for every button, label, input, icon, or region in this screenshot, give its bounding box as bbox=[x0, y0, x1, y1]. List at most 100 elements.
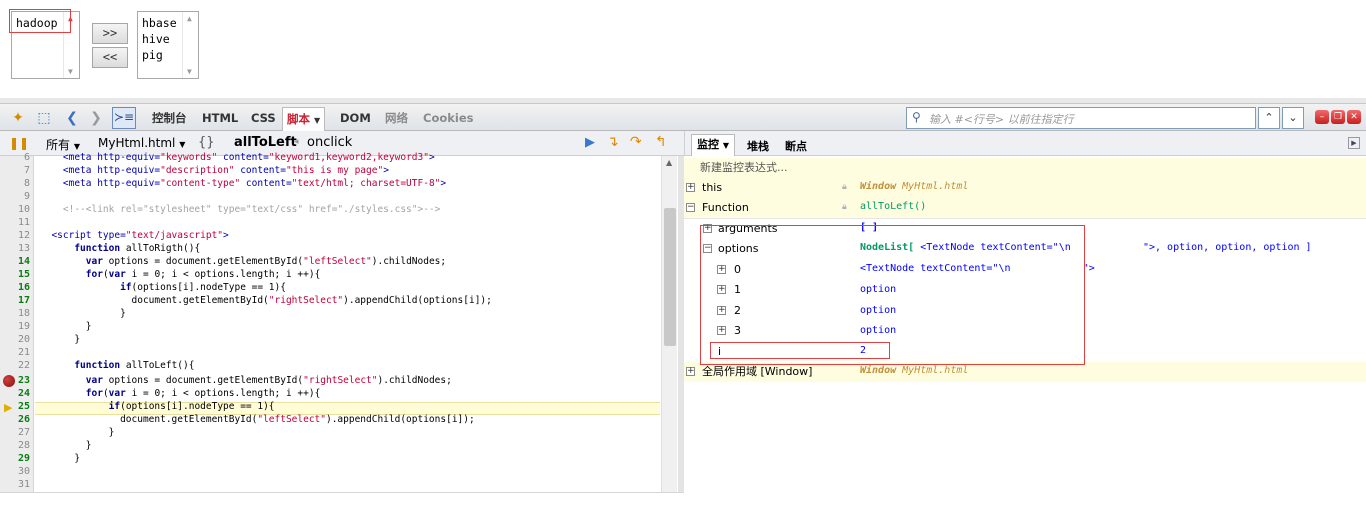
right-select-scrollbar[interactable]: ▲ ▼ bbox=[182, 12, 198, 78]
lock-icon: 🔒︎ bbox=[842, 202, 847, 212]
pretty-print-button[interactable]: {} bbox=[198, 135, 215, 150]
watch-row-function[interactable]: − Function bbox=[684, 198, 1366, 218]
panel-menu-icon[interactable]: ▶ bbox=[1348, 137, 1360, 149]
code-line: } bbox=[40, 453, 81, 464]
tab-script[interactable]: 脚本 ▼ bbox=[282, 107, 326, 131]
line-number[interactable]: 13 bbox=[0, 243, 30, 254]
scroll-down-icon[interactable]: ▼ bbox=[187, 67, 192, 76]
goto-line-search-box[interactable]: ⚲ 输入 #<行号> 以前往指定行 bbox=[906, 107, 1256, 129]
tab-dom[interactable]: DOM bbox=[340, 109, 371, 127]
new-watch-expression[interactable]: 新建监控表达式... bbox=[684, 158, 1366, 178]
line-number[interactable]: 11 bbox=[0, 217, 30, 228]
line-number[interactable]: 6 bbox=[0, 152, 30, 163]
watch-value: allToLeft() bbox=[860, 201, 927, 212]
minimize-icon[interactable]: – bbox=[1315, 110, 1329, 124]
line-number[interactable]: 10 bbox=[0, 204, 30, 215]
line-number[interactable]: 19 bbox=[0, 321, 30, 332]
watch-value: Window MyHtml.html bbox=[860, 181, 968, 192]
code-line: var options = document.getElementById("l… bbox=[85, 256, 447, 267]
line-number[interactable]: 27 bbox=[0, 427, 30, 438]
code-line: <script type="text/javascript"> bbox=[40, 230, 229, 241]
code-line: if(options[i].nodeType == 1){ bbox=[120, 282, 286, 293]
forward-arrow-icon[interactable]: ❯ bbox=[86, 109, 106, 127]
close-icon[interactable]: ✕ bbox=[1347, 110, 1361, 124]
line-number[interactable]: 14 bbox=[0, 256, 30, 267]
code-line: <meta http-equiv="description" content="… bbox=[40, 165, 389, 176]
line-number[interactable]: 8 bbox=[0, 178, 30, 189]
tab-css[interactable]: CSS bbox=[251, 109, 276, 127]
inspect-element-icon[interactable]: ⬚ bbox=[34, 109, 54, 127]
goto-line-input[interactable]: 输入 #<行号> 以前往指定行 bbox=[929, 111, 1074, 127]
step-over-icon[interactable]: ↷ bbox=[630, 134, 642, 150]
firebug-bug-icon[interactable]: ✦ bbox=[8, 109, 28, 127]
line-number[interactable]: 31 bbox=[0, 479, 30, 490]
tab-net[interactable]: 网络 bbox=[385, 109, 408, 127]
line-number[interactable]: 25 bbox=[0, 401, 30, 412]
line-number[interactable]: 15 bbox=[0, 269, 30, 280]
step-out-icon[interactable]: ↰ bbox=[655, 134, 667, 150]
command-line-icon[interactable]: ≻≡ bbox=[112, 107, 136, 129]
watch-name: this bbox=[702, 181, 723, 194]
line-number[interactable]: 22 bbox=[0, 360, 30, 371]
script-filter-label: 所有 bbox=[46, 138, 71, 152]
line-number[interactable]: 26 bbox=[0, 414, 30, 425]
step-into-icon[interactable]: ↴ bbox=[607, 134, 619, 150]
watch-name: Function bbox=[702, 201, 749, 214]
script-file-dropdown[interactable]: MyHtml.html ▼ bbox=[98, 136, 185, 150]
stack-event-crumb[interactable]: onclick bbox=[307, 135, 352, 150]
chevron-down-icon[interactable]: ▼ bbox=[723, 141, 729, 150]
move-all-left-button[interactable]: << bbox=[92, 47, 128, 68]
expand-icon[interactable]: + bbox=[686, 183, 695, 192]
new-watch-label: 新建监控表达式... bbox=[700, 161, 788, 174]
move-all-right-button[interactable]: >> bbox=[92, 23, 128, 44]
tab-stack[interactable]: 堆栈 bbox=[747, 138, 769, 154]
code-line: } bbox=[40, 440, 92, 451]
tab-console[interactable]: 控制台 bbox=[152, 109, 187, 127]
line-number[interactable]: 18 bbox=[0, 308, 30, 319]
line-number[interactable]: 29 bbox=[0, 453, 30, 464]
pause-icon[interactable]: ❚❚ bbox=[9, 136, 29, 150]
watch-row-global-scope[interactable]: + 全局作用域 [Window] bbox=[684, 362, 1366, 382]
code-scrollbar[interactable]: ▲ bbox=[661, 156, 677, 492]
stack-function-crumb[interactable]: allToLeft bbox=[234, 135, 297, 150]
script-filter-dropdown[interactable]: 所有 ▼ bbox=[46, 136, 80, 153]
line-number[interactable]: 9 bbox=[0, 191, 30, 202]
line-number[interactable]: 12 bbox=[0, 230, 30, 241]
code-line: <!--<link rel="stylesheet" type="text/cs… bbox=[40, 204, 441, 215]
side-panel-toolbar: 监控 ▼ 堆栈 断点 ▶ bbox=[684, 131, 1366, 156]
line-number[interactable]: 30 bbox=[0, 466, 30, 477]
expand-icon[interactable]: + bbox=[686, 367, 695, 376]
continue-icon[interactable]: ▶ bbox=[585, 135, 595, 150]
scroll-down-icon[interactable]: ▼ bbox=[68, 67, 73, 76]
tab-script-label: 脚本 bbox=[287, 112, 310, 126]
line-number[interactable]: 28 bbox=[0, 440, 30, 451]
collapse-icon[interactable]: − bbox=[686, 203, 695, 212]
tab-cookies[interactable]: Cookies bbox=[423, 109, 473, 127]
code-line: } bbox=[40, 334, 81, 345]
tab-breakpoints[interactable]: 断点 bbox=[785, 138, 807, 154]
line-number[interactable]: 24 bbox=[0, 388, 30, 399]
line-number[interactable]: 23 bbox=[0, 375, 30, 386]
search-prev-button[interactable]: ⌃ bbox=[1258, 107, 1280, 129]
back-arrow-icon[interactable]: ❮ bbox=[62, 109, 82, 127]
search-icon: ⚲ bbox=[912, 110, 921, 124]
scroll-up-icon[interactable]: ▲ bbox=[666, 158, 672, 167]
line-number[interactable]: 7 bbox=[0, 165, 30, 176]
crumb-separator-icon: ◂ bbox=[294, 137, 299, 147]
tab-html[interactable]: HTML bbox=[202, 109, 238, 127]
scroll-up-icon[interactable]: ▲ bbox=[187, 14, 192, 23]
tab-watch[interactable]: 监控 ▼ bbox=[691, 134, 735, 156]
line-number[interactable]: 17 bbox=[0, 295, 30, 306]
detach-window-icon[interactable]: ❐ bbox=[1331, 110, 1345, 124]
search-next-button[interactable]: ⌄ bbox=[1282, 107, 1304, 129]
line-number[interactable]: 20 bbox=[0, 334, 30, 345]
line-number[interactable]: 21 bbox=[0, 347, 30, 358]
scrollbar-thumb[interactable] bbox=[664, 208, 676, 346]
line-number[interactable]: 16 bbox=[0, 282, 30, 293]
chevron-down-icon[interactable]: ▼ bbox=[314, 116, 320, 125]
script-file-label: MyHtml.html bbox=[98, 136, 176, 150]
watch-value: Window MyHtml.html bbox=[860, 365, 968, 376]
right-select[interactable]: hbase hive pig ▲ ▼ bbox=[137, 11, 199, 79]
watch-row-this[interactable]: + this bbox=[684, 178, 1366, 198]
code-line: <meta http-equiv="keywords" content="key… bbox=[40, 152, 435, 163]
